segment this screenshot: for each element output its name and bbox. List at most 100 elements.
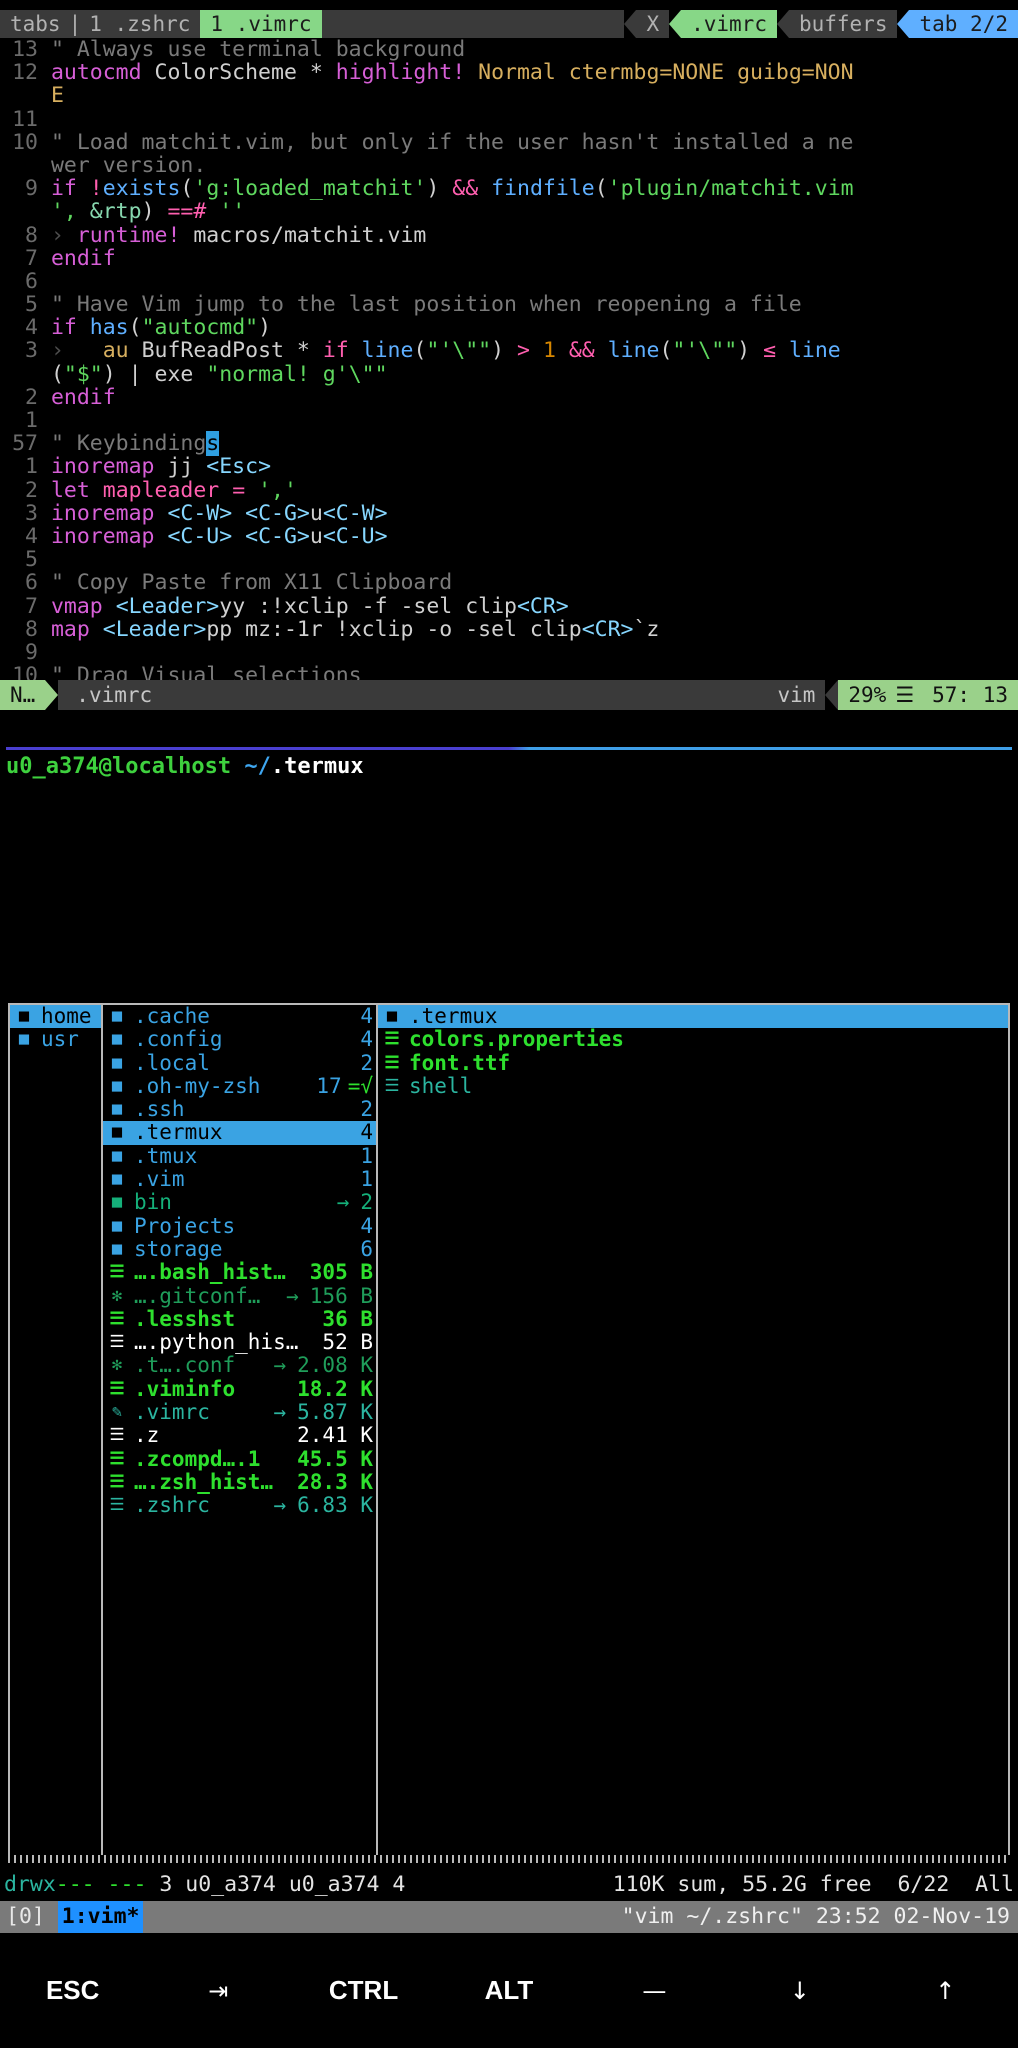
ranger-row[interactable]: ☰ .zcompd….1 45.5 K bbox=[103, 1447, 376, 1471]
ranger-row[interactable]: ■ .cache 4 bbox=[103, 1004, 376, 1028]
vim-token bbox=[465, 60, 478, 85]
vim-cursor: s bbox=[206, 431, 220, 457]
ranger-file-size: 305 B bbox=[309, 1260, 373, 1285]
ranger-main-column[interactable]: ■ .cache 4 ■ .config 4 ■ .local 2 ■ .oh-my-zsh 17 =√… bbox=[103, 1004, 378, 1859]
symlink-arrow-icon: → bbox=[273, 1400, 287, 1425]
esc-key[interactable]: ESC bbox=[0, 1975, 145, 2006]
tabline-arrow-blue bbox=[897, 10, 910, 38]
ranger-row[interactable]: ■ .config 4 bbox=[103, 1027, 376, 1051]
vim-token: <C-G> bbox=[245, 523, 310, 549]
vim-line: E bbox=[0, 84, 1018, 107]
tmux-window-vim[interactable]: 1:vim* bbox=[57, 1901, 144, 1933]
tab-key[interactable]: ⇥ bbox=[145, 1977, 290, 2005]
vim-token bbox=[90, 617, 103, 642]
vim-line: 5 bbox=[0, 548, 1018, 571]
tmux-session-id[interactable]: [0] bbox=[0, 1901, 45, 1933]
vim-token: jj bbox=[154, 454, 207, 480]
ranger-row-selected[interactable]: ■ .termux 4 bbox=[103, 1120, 376, 1145]
vim-token bbox=[77, 176, 90, 201]
close-icon: X bbox=[646, 12, 660, 36]
vim-token: '' bbox=[219, 199, 246, 225]
tabline-current-buffer[interactable]: .vimrc bbox=[681, 10, 777, 38]
ranger-file-size: 2.08 K bbox=[297, 1353, 373, 1378]
folder-icon: ■ bbox=[111, 1099, 123, 1120]
vim-token: = bbox=[232, 477, 246, 503]
ranger-row-selected[interactable]: ■ .termux bbox=[378, 1005, 1008, 1029]
vim-token: "'\"" bbox=[426, 338, 492, 364]
ranger-row[interactable]: ☰ .z 2.41 K bbox=[103, 1424, 376, 1448]
ranger-file-size: 28.3 K bbox=[297, 1469, 373, 1494]
ranger-scrollbar[interactable] bbox=[8, 1855, 1010, 1863]
ranger-row[interactable]: ■ .local 2 bbox=[103, 1051, 376, 1075]
vim-line-number: 12 bbox=[12, 60, 38, 86]
ranger-parent-column[interactable]: ■ home ■ usr bbox=[10, 1005, 103, 1859]
vim-token: && bbox=[568, 338, 595, 364]
tabline-buffer-zshrc[interactable]: 1 .zshrc bbox=[89, 10, 190, 38]
ranger-row[interactable]: ✎ .vimrc → 5.87 K bbox=[103, 1400, 376, 1425]
ranger-row[interactable]: ■ .tmux 1 bbox=[103, 1144, 376, 1168]
down-key[interactable]: ↓ bbox=[727, 1977, 872, 2005]
ranger-row-selected[interactable]: ■ home bbox=[10, 1005, 101, 1029]
ranger-file-size: 156 B bbox=[309, 1283, 373, 1308]
ranger-row[interactable]: ✻ .t….conf → 2.08 K bbox=[103, 1353, 376, 1378]
ranger-row[interactable]: ✻ ….gitconf… → 156 B bbox=[103, 1283, 376, 1308]
vim-token bbox=[219, 478, 232, 503]
ranger-row[interactable]: ■ bin → 2 bbox=[103, 1191, 376, 1215]
ranger-file-name: .zshrc bbox=[134, 1494, 210, 1518]
ranger-row[interactable]: ☰ .zshrc → 6.83 K bbox=[103, 1493, 376, 1518]
ranger-file-name: bin bbox=[134, 1191, 172, 1215]
vim-token: <Leader> bbox=[115, 593, 220, 619]
ranger-row[interactable]: ☰ .viminfo 18.2 K bbox=[103, 1377, 376, 1401]
up-key[interactable]: ↑ bbox=[873, 1977, 1018, 2005]
vim-line: 3 inoremap <C-W> <C-G>u<C-W> bbox=[0, 502, 1018, 525]
ranger-status-bar: drwx --- --- 3 u0_a374 u0_a374 4 110K sum… bbox=[4, 1870, 1014, 1900]
vim-line: 1 bbox=[0, 409, 1018, 432]
ranger-status-right: 110K sum, 55.2G free 6/22 All bbox=[613, 1870, 1014, 1900]
vim-token: <C-W> bbox=[322, 500, 388, 526]
vim-token: ) bbox=[141, 199, 168, 225]
ranger-file-size: 4 bbox=[360, 1120, 373, 1145]
ranger-row[interactable]: ☰ ….bash_hist… 305 B bbox=[103, 1260, 376, 1285]
ranger-row[interactable]: ■ usr bbox=[10, 1028, 101, 1051]
ranger-file-name: .termux bbox=[134, 1121, 223, 1145]
tabline-close-button[interactable]: X bbox=[636, 10, 670, 38]
tabline-separator: | bbox=[68, 12, 82, 36]
tabline-spacer bbox=[321, 10, 625, 38]
vim-line-number: 1 bbox=[25, 454, 38, 480]
ranger-row[interactable]: ☰ font.ttf bbox=[378, 1052, 1008, 1075]
vim-token: <Leader> bbox=[102, 616, 207, 642]
tabline-buffer-vimrc-active[interactable]: 1 .vimrc bbox=[200, 10, 322, 38]
vim-filetype-text: vim bbox=[777, 683, 816, 707]
vim-line-number: 7 bbox=[25, 593, 38, 619]
ranger-row[interactable]: ☰ ….python_his… 52 B bbox=[103, 1330, 376, 1354]
ranger-row[interactable]: ■ storage 6 bbox=[103, 1237, 376, 1261]
vim-line: 3 › au BufReadPost * if line("'\"") > 1 … bbox=[0, 339, 1018, 362]
vim-token: inoremap bbox=[50, 500, 155, 526]
ranger-row[interactable]: ■ .oh-my-zsh 17 =√ bbox=[103, 1074, 376, 1098]
ranger-row[interactable]: ■ Projects 4 bbox=[103, 1214, 376, 1238]
vim-token bbox=[77, 315, 90, 340]
vim-text-buffer[interactable]: 13 " Always use terminal background 12 au… bbox=[0, 37, 1018, 687]
ranger-scroll-position: All bbox=[975, 1872, 1014, 1897]
vim-line: wer version. bbox=[0, 154, 1018, 177]
config-icon: ✻ bbox=[111, 1355, 123, 1376]
vim-status-arrow-2 bbox=[825, 680, 839, 710]
ctrl-key[interactable]: CTRL bbox=[291, 1975, 436, 2006]
vim-token: 'plugin/matchit.vim bbox=[607, 176, 854, 202]
ranger-row[interactable]: ■ .ssh 2 bbox=[103, 1097, 376, 1121]
ranger-row[interactable]: ☰ .lesshst 36 B bbox=[103, 1307, 376, 1331]
vim-line-number: 13 bbox=[12, 37, 38, 62]
folder-icon: ■ bbox=[111, 1075, 123, 1096]
dash-key[interactable]: — bbox=[582, 1977, 727, 2005]
prompt-dir: .termux bbox=[270, 754, 364, 779]
alt-key[interactable]: ALT bbox=[436, 1975, 581, 2006]
vim-token: u bbox=[309, 500, 323, 526]
ranger-row[interactable]: ☰ colors.properties bbox=[378, 1028, 1008, 1051]
ranger-row[interactable]: ☰ ….zsh_hist… 28.3 K bbox=[103, 1469, 376, 1494]
vim-token: ( bbox=[594, 176, 608, 202]
ranger-file-name: .t….conf bbox=[134, 1354, 236, 1378]
ranger-row[interactable]: ☰ shell bbox=[378, 1075, 1008, 1098]
pane-separator bbox=[6, 747, 1012, 750]
ranger-row[interactable]: ■ .vim 1 bbox=[103, 1167, 376, 1191]
ranger-preview-column[interactable]: ■ .termux ☰ colors.properties ☰ font.ttf ☰ shel… bbox=[378, 1005, 1008, 1859]
